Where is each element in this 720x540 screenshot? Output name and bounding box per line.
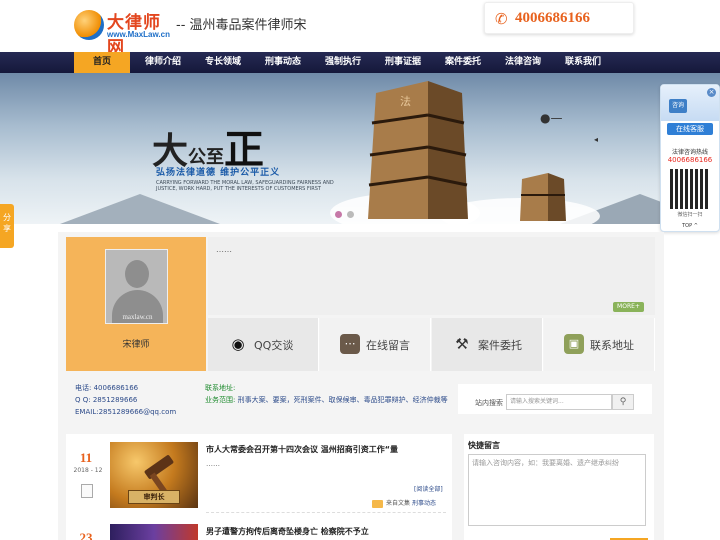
lawyer-name: 宋律师 xyxy=(122,340,150,350)
mountain-decoration xyxy=(60,194,220,224)
banner-slogan-cn: 弘扬法律道德 维护公平正义 xyxy=(156,168,281,178)
contact-email: EMAIL:2851289666@qq.com xyxy=(75,408,177,416)
hotline-number: 4006686166 xyxy=(515,10,590,26)
address-label: 联系地址: xyxy=(205,384,236,392)
site-subtitle: -- 温州毒品案件律师宋 xyxy=(176,18,307,33)
nav-item-contact[interactable]: 联系我们 xyxy=(558,52,608,73)
back-to-top-button[interactable]: TOP ^ xyxy=(661,223,719,229)
search-input[interactable]: 请输入搜索关键词... xyxy=(506,394,612,410)
quick-message-title: 快捷留言 xyxy=(468,441,500,450)
folder-icon xyxy=(372,499,383,508)
contact-info: 电话: 4006686166 Q Q: 2851289666 EMAIL:285… xyxy=(75,382,176,418)
justice-box-illustration: 法 xyxy=(368,81,468,219)
gavel-icon xyxy=(143,454,175,480)
online-service-button[interactable]: 在线客服 xyxy=(667,123,713,135)
avatar-placeholder-icon xyxy=(125,260,149,288)
hotline-box: ✆ 4006686166 xyxy=(484,2,634,34)
contact-tabs: ◉ QQ交谈 ⋯ 在线留言 ⚒ 案件委托 ▣ 联系地址 xyxy=(208,318,655,371)
bird-decoration: ●— xyxy=(540,111,563,125)
nav-item-criminal-news[interactable]: 刑事动态 xyxy=(258,52,308,73)
contact-qq: Q Q: 2851289666 xyxy=(75,396,138,404)
article-list: 11 2018 - 12 审判长 市人大常委会召开第十四次会议 温州招商引资工作… xyxy=(66,434,452,540)
hotline-label: 法律咨询热线 xyxy=(671,149,708,156)
more-button[interactable]: MORE+ xyxy=(613,302,644,312)
document-icon xyxy=(81,484,93,498)
message-icon: ⋯ xyxy=(340,334,360,354)
tab-case-entrust[interactable]: ⚒ 案件委托 xyxy=(432,318,543,371)
article-category: 来自文集 刑事动态 xyxy=(372,498,436,508)
main-nav: 首页 律师介绍 专长领域 刑事动态 强制执行 刑事证据 案件委托 法律咨询 联系… xyxy=(0,52,720,73)
tab-contact-address[interactable]: ▣ 联系地址 xyxy=(544,318,655,371)
logo-globe-icon xyxy=(74,10,104,40)
floating-service-panel: 咨询 × 在线客服 法律咨询热线 4006686166 微信扫一扫 TOP ^ xyxy=(660,84,720,232)
judge-plate: 审判长 xyxy=(128,490,180,504)
search-icon: ⚲ xyxy=(619,397,627,407)
service-panel-header: 咨询 × xyxy=(661,85,719,121)
tab-online-message[interactable]: ⋯ 在线留言 xyxy=(320,318,431,371)
article-year-month: 2018 - 12 xyxy=(73,467,103,474)
lawyer-profile-card: maxlaw.cn 宋律师 xyxy=(66,237,206,371)
side-hotline-number: 4006686166 xyxy=(667,156,713,164)
tab-qq-chat[interactable]: ◉ QQ交谈 xyxy=(208,318,319,371)
nav-item-criminal-evidence[interactable]: 刑事证据 xyxy=(378,52,428,73)
hero-banner: ●— ◂ 大公至正 弘扬法律道德 维护公平正义 CARRYING FORWARD… xyxy=(0,73,720,224)
article-title[interactable]: 市人大常委会召开第十四次会议 温州招商引资工作“量 xyxy=(206,444,398,455)
small-box-illustration xyxy=(520,173,566,221)
service-value: 刑事大案、要案，死刑案件、取保候审、毒品犯罪辩护、经济仲裁等 xyxy=(237,396,448,404)
lawyer-intro-box: …… MORE+ xyxy=(208,237,655,315)
article-summary: …… xyxy=(206,460,220,468)
site-header: 大律师网 www.MaxLaw.cn -- 温州毒品案件律师宋 ✆ 400668… xyxy=(0,0,720,58)
contact-phone: 电话: 4006686166 xyxy=(75,384,139,392)
site-logo[interactable]: 大律师网 www.MaxLaw.cn xyxy=(74,8,174,58)
article-day: 11 xyxy=(79,450,93,465)
nav-item-enforcement[interactable]: 强制执行 xyxy=(318,52,368,73)
share-tab[interactable]: 分享 xyxy=(0,204,14,248)
category-link[interactable]: 刑事动态 xyxy=(412,500,436,507)
service-label: 业务范围: xyxy=(205,396,236,404)
nav-item-home[interactable]: 首页 xyxy=(74,52,130,73)
bird-decoration: ◂ xyxy=(594,135,599,144)
article-thumbnail[interactable]: 审判长 xyxy=(110,442,198,508)
article-day: 23 xyxy=(79,530,93,540)
nav-item-lawyer-intro[interactable]: 律师介绍 xyxy=(138,52,188,73)
article-title[interactable]: 男子遭警方拘传后离奇坠楼身亡 检察院不予立 xyxy=(206,526,369,537)
penguin-icon: ◉ xyxy=(231,335,245,353)
banner-dot-2[interactable] xyxy=(347,211,354,218)
address-block: 联系地址: 业务范围: 刑事大案、要案，死刑案件、取保候审、毒品犯罪辩护、经济仲… xyxy=(205,382,448,406)
close-icon[interactable]: × xyxy=(707,88,716,97)
read-more-link[interactable]: [阅读全部] xyxy=(414,484,443,493)
message-textarea[interactable]: 请输入咨询内容，如：我要离婚、遗产继承纠纷 xyxy=(468,454,646,526)
banner-dot-1[interactable] xyxy=(335,211,342,218)
nav-item-expertise[interactable]: 专长领域 xyxy=(198,52,248,73)
search-label: 站内搜索 xyxy=(475,399,503,407)
avatar-watermark: maxlaw.cn xyxy=(122,313,153,321)
nav-item-case-entrust[interactable]: 案件委托 xyxy=(438,52,488,73)
map-icon: ▣ xyxy=(564,334,584,354)
gavel-icon: ⚒ xyxy=(455,335,469,353)
wechat-qr-code xyxy=(670,169,710,209)
banner-slogan-en: CARRYING FORWARD THE MORAL LAW, SAFEGUAR… xyxy=(156,180,334,192)
nav-item-legal-consult[interactable]: 法律咨询 xyxy=(498,52,548,73)
logo-url: www.MaxLaw.cn xyxy=(107,30,170,39)
search-button[interactable]: ⚲ xyxy=(612,394,634,410)
wechat-scan-label: 微信扫一扫 xyxy=(677,212,703,218)
quick-message-box: 快捷留言 请输入咨询内容，如：我要离婚、遗产继承纠纷 xyxy=(464,434,654,540)
consult-badge: 咨询 xyxy=(669,99,687,113)
lawyer-avatar: maxlaw.cn xyxy=(105,249,168,324)
intro-text: …… xyxy=(216,245,232,254)
site-search: 站内搜索 请输入搜索关键词... ⚲ xyxy=(458,384,652,414)
divider xyxy=(206,512,446,513)
phone-icon: ✆ xyxy=(495,10,508,28)
box-text: 法 xyxy=(400,94,411,108)
article-thumbnail[interactable] xyxy=(110,524,198,540)
